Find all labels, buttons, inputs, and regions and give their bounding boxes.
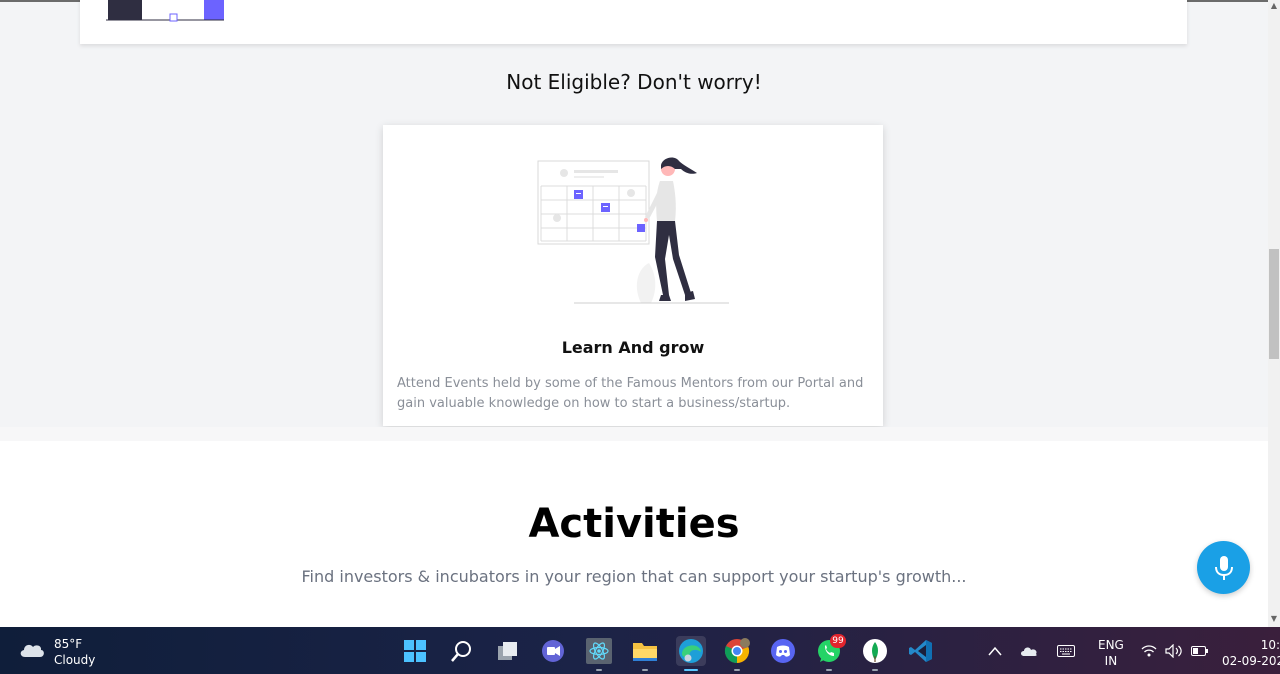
- edge-browser-icon: [679, 639, 703, 663]
- whatsapp-button[interactable]: 99: [814, 634, 846, 671]
- not-eligible-heading: Not Eligible? Don't worry!: [506, 70, 762, 94]
- react-devtools-icon: [586, 638, 612, 664]
- taskbar-search-button[interactable]: [446, 636, 476, 666]
- file-explorer-button[interactable]: [630, 636, 660, 671]
- file-explorer-icon: [633, 643, 657, 661]
- discord-icon: [771, 639, 795, 663]
- edge-browser-button[interactable]: [676, 636, 706, 671]
- scroll-up-arrow-icon[interactable]: ▲: [1270, 2, 1278, 10]
- input-language-indicator[interactable]: ENG IN: [1098, 637, 1124, 669]
- learn-and-grow-illustration: [537, 157, 729, 304]
- scroll-down-arrow-icon[interactable]: ▼: [1270, 615, 1278, 623]
- learn-card-description: Attend Events held by some of the Famous…: [397, 376, 864, 411]
- running-indicator: [872, 669, 878, 671]
- activities-section: Activities Find investors & incubators i…: [0, 427, 1268, 627]
- weather-condition: Cloudy: [54, 653, 96, 667]
- previous-card: [80, 0, 1187, 44]
- notification-badge: 99: [830, 634, 846, 648]
- scrollbar-thumb[interactable]: [1269, 249, 1279, 359]
- previous-card-illustration: [106, 0, 224, 22]
- browser-viewport: Not Eligible? Don't worry! Learn And gro…: [0, 0, 1268, 627]
- running-indicator: [642, 669, 648, 671]
- windows-start-icon: [404, 640, 426, 662]
- weather-widget[interactable]: 85°F Cloudy: [18, 635, 138, 667]
- taskbar-clock[interactable]: 10: 02-09-202: [1222, 637, 1280, 669]
- task-view-icon: [498, 642, 517, 660]
- weather-temperature: 85°F: [54, 637, 83, 651]
- language-code: ENG: [1098, 638, 1124, 652]
- onedrive-cloud-icon: [1021, 646, 1037, 656]
- learn-card-title: Learn And grow: [561, 338, 705, 357]
- onedrive-tray-button[interactable]: [1020, 627, 1038, 674]
- battery-icon: [1191, 645, 1208, 656]
- mongodb-compass-button[interactable]: [860, 636, 890, 671]
- teams-chat-icon: [542, 640, 564, 662]
- mongodb-compass-icon: [863, 639, 887, 663]
- volume-icon: [1165, 643, 1182, 658]
- vertical-scrollbar[interactable]: ▲ ▼: [1268, 0, 1280, 627]
- chevron-up-icon: [988, 646, 1002, 655]
- chrome-browser-button[interactable]: [722, 636, 752, 671]
- windows-taskbar: 85°F Cloudy 99 ENG IN 10: 02-09-202: [0, 627, 1280, 674]
- cloud-icon: [20, 644, 44, 657]
- vscode-icon: [909, 640, 932, 662]
- running-indicator: [596, 669, 602, 671]
- task-view-button[interactable]: [492, 636, 522, 666]
- touch-keyboard-button[interactable]: [1057, 627, 1075, 674]
- region-code: IN: [1104, 654, 1118, 668]
- windows-start-button[interactable]: [400, 636, 430, 666]
- discord-button[interactable]: [768, 636, 798, 666]
- react-devtools-button[interactable]: [584, 636, 614, 671]
- activities-subtitle: Find investors & incubators in your regi…: [301, 567, 967, 586]
- clock-time: 10:: [1260, 638, 1280, 652]
- active-window-indicator: [684, 669, 698, 671]
- quick-settings-button[interactable]: [1141, 627, 1209, 674]
- activities-title: Activities: [528, 501, 740, 547]
- keyboard-icon: [1057, 644, 1075, 657]
- search-icon: [451, 641, 471, 662]
- show-hidden-icons-button[interactable]: [988, 627, 1002, 674]
- clock-date: 02-09-202: [1222, 654, 1280, 668]
- voice-assistant-button[interactable]: [1197, 541, 1250, 594]
- section-divider: [0, 427, 1268, 441]
- learn-and-grow-card[interactable]: Learn And grow Attend Events held by som…: [383, 125, 883, 426]
- wifi-icon: [1141, 644, 1157, 656]
- running-indicator: [826, 669, 832, 671]
- chrome-browser-icon: [724, 638, 750, 664]
- microphone-icon: [1214, 555, 1233, 580]
- vscode-button[interactable]: [906, 636, 936, 666]
- teams-chat-button[interactable]: [538, 636, 568, 666]
- running-indicator: [734, 669, 740, 671]
